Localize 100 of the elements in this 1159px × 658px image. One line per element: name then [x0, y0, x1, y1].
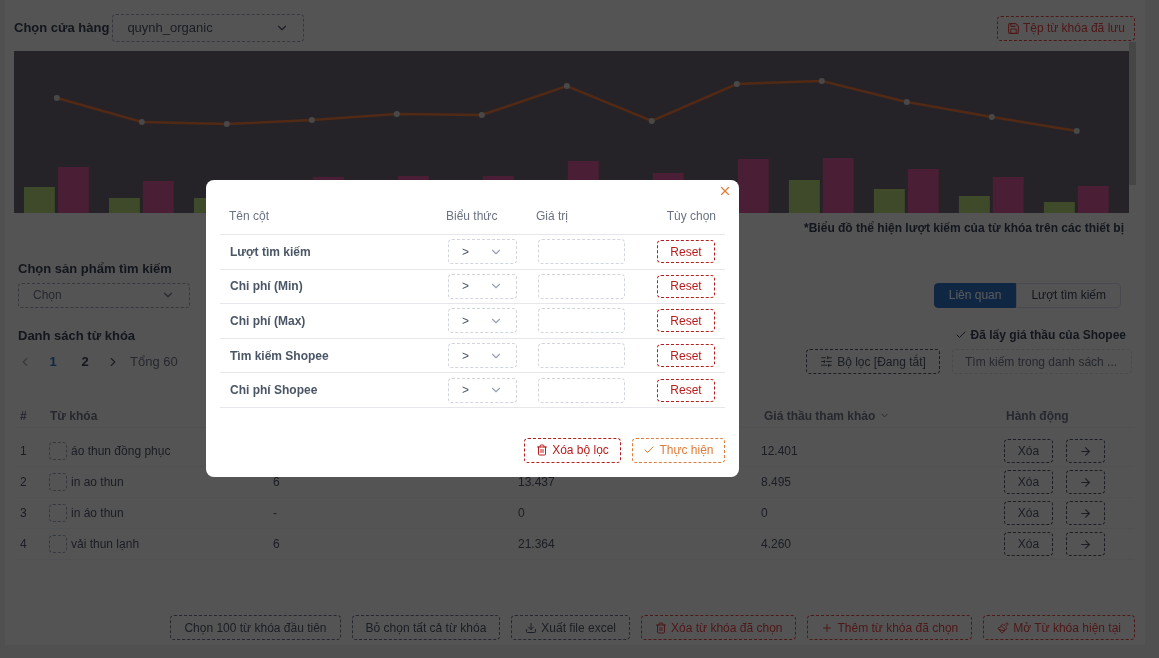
- action-button[interactable]: Chọn 100 từ khóa đầu tiên: [170, 615, 341, 640]
- brush-icon: [997, 621, 1010, 634]
- reset-button[interactable]: Reset: [657, 344, 715, 368]
- row-checkbox[interactable]: [49, 504, 67, 522]
- store-select[interactable]: quynh_organic: [112, 14, 305, 42]
- scrollbar[interactable]: [1129, 42, 1136, 185]
- page-number[interactable]: 1: [42, 351, 64, 372]
- chart-bar: [788, 180, 820, 213]
- chart-bar: [142, 181, 174, 213]
- data-point: [138, 119, 145, 125]
- close-icon[interactable]: [718, 184, 732, 198]
- download-icon: [525, 621, 538, 634]
- value-field[interactable]: [538, 273, 625, 299]
- clear-filter-button[interactable]: Xóa bộ lọc: [524, 437, 621, 463]
- filter-button[interactable]: Bộ lọc [Đang tắt]: [806, 349, 940, 374]
- chart-bar: [958, 196, 990, 213]
- filter-column-name: Tìm kiếm Shopee: [229, 347, 330, 365]
- action-button[interactable]: Bỏ chọn tất cả từ khóa: [351, 615, 501, 640]
- chart-bar: [108, 198, 140, 213]
- operator-select[interactable]: >: [448, 308, 517, 334]
- value-field[interactable]: [538, 308, 625, 334]
- value-field[interactable]: [538, 377, 625, 403]
- column-header: Tùy chọn: [665, 208, 717, 225]
- row-checkbox[interactable]: [49, 473, 67, 491]
- table-cell: 6: [273, 537, 280, 551]
- data-point: [393, 111, 400, 117]
- chart-bar: [992, 177, 1024, 213]
- action-button[interactable]: Mở Từ khóa hiện tại: [983, 615, 1135, 640]
- page-number[interactable]: 2: [74, 351, 96, 372]
- arrow-right-icon: [1079, 506, 1092, 520]
- data-point: [478, 112, 485, 118]
- arrow-right-icon: [1079, 537, 1092, 551]
- action-button[interactable]: Xóa từ khóa đã chọn: [641, 615, 797, 640]
- data-point: [648, 118, 655, 124]
- chart-bar: [57, 167, 89, 213]
- trash-icon: [655, 621, 668, 634]
- open-button[interactable]: [1066, 470, 1105, 494]
- plus-icon: [821, 621, 834, 634]
- delete-button[interactable]: Xóa: [1004, 532, 1053, 556]
- table-cell-text: áo thun đồng phục: [71, 443, 171, 460]
- operator-select[interactable]: >: [448, 273, 517, 299]
- reset-button[interactable]: Reset: [657, 378, 715, 402]
- reset-button[interactable]: Reset: [657, 309, 715, 333]
- value-field[interactable]: [538, 343, 625, 369]
- open-button[interactable]: [1066, 439, 1105, 463]
- delete-button[interactable]: Xóa: [1004, 501, 1053, 525]
- reset-button[interactable]: Reset: [657, 240, 715, 264]
- delete-button[interactable]: Xóa: [1004, 439, 1053, 463]
- table-cell-text: 8.495: [761, 474, 793, 491]
- row-checkbox[interactable]: [49, 442, 67, 460]
- table-cell-text: 0: [761, 505, 769, 522]
- data-point: [223, 121, 230, 127]
- data-point: [53, 95, 60, 101]
- chart-bar: [873, 189, 905, 213]
- data-point: [818, 78, 825, 84]
- table-cell-text: 4: [19, 536, 28, 553]
- sort-tab[interactable]: Lượt tìm kiếm: [1016, 282, 1121, 308]
- table-cell-text: 3: [19, 505, 28, 522]
- chart-bar: [737, 159, 769, 213]
- save-icon: [1006, 21, 1020, 35]
- table-cell: -: [273, 506, 277, 520]
- table-cell-text: vải thun lạnh: [71, 536, 140, 553]
- filter-column-name: Chi phí Shopee: [229, 382, 319, 400]
- data-point: [563, 83, 570, 89]
- sort-tab[interactable]: Liên quan: [933, 282, 1017, 308]
- arrow-right-icon: [1079, 444, 1092, 458]
- open-button[interactable]: [1066, 532, 1105, 556]
- data-point: [308, 117, 315, 123]
- chart-note: *Biểu đồ thể hiện lượt kiếm của từ khóa trên các thiết bị: [804, 220, 1124, 237]
- table-cell-text: 1: [19, 443, 28, 460]
- reset-button[interactable]: Reset: [657, 274, 715, 298]
- column-header: Biểu thức: [446, 208, 499, 225]
- chart-bar: [1077, 186, 1109, 213]
- data-point: [1073, 128, 1080, 134]
- chart-bar: [907, 169, 939, 213]
- row-checkbox[interactable]: [49, 535, 67, 553]
- operator-select[interactable]: >: [448, 343, 517, 369]
- operator-select[interactable]: >: [448, 239, 517, 265]
- table-cell: 13.437: [518, 475, 555, 489]
- saved-keywords-button[interactable]: Tệp từ khóa đã lưu: [996, 15, 1135, 41]
- shopee-status: Đã lấy giá thầu của Shopee: [954, 326, 1126, 345]
- action-button[interactable]: Thêm từ khóa đã chọn: [807, 615, 973, 640]
- value-field[interactable]: [538, 239, 625, 265]
- action-button[interactable]: Xuất file excel: [511, 615, 631, 640]
- data-point: [733, 81, 740, 87]
- trash-icon: [536, 444, 549, 457]
- keyword-list-title: Danh sách từ khóa: [18, 326, 136, 345]
- column-header: Tên cột: [228, 208, 271, 225]
- filter-column-name: Lượt tìm kiếm: [229, 243, 312, 261]
- chart-bar: [822, 158, 854, 213]
- delete-button[interactable]: Xóa: [1004, 470, 1053, 494]
- column-header: #: [19, 407, 28, 425]
- apply-button[interactable]: Thực hiện: [632, 437, 725, 463]
- open-button[interactable]: [1066, 501, 1105, 525]
- operator-select[interactable]: >: [448, 377, 517, 403]
- table-cell-text: 4.260: [761, 536, 793, 553]
- table-cell: 6: [273, 475, 280, 489]
- column-header: Giá trị: [536, 208, 569, 225]
- filter-column-name: Chi phí (Max): [229, 313, 307, 330]
- filter-column-name: Chi phí (Min): [229, 278, 304, 296]
